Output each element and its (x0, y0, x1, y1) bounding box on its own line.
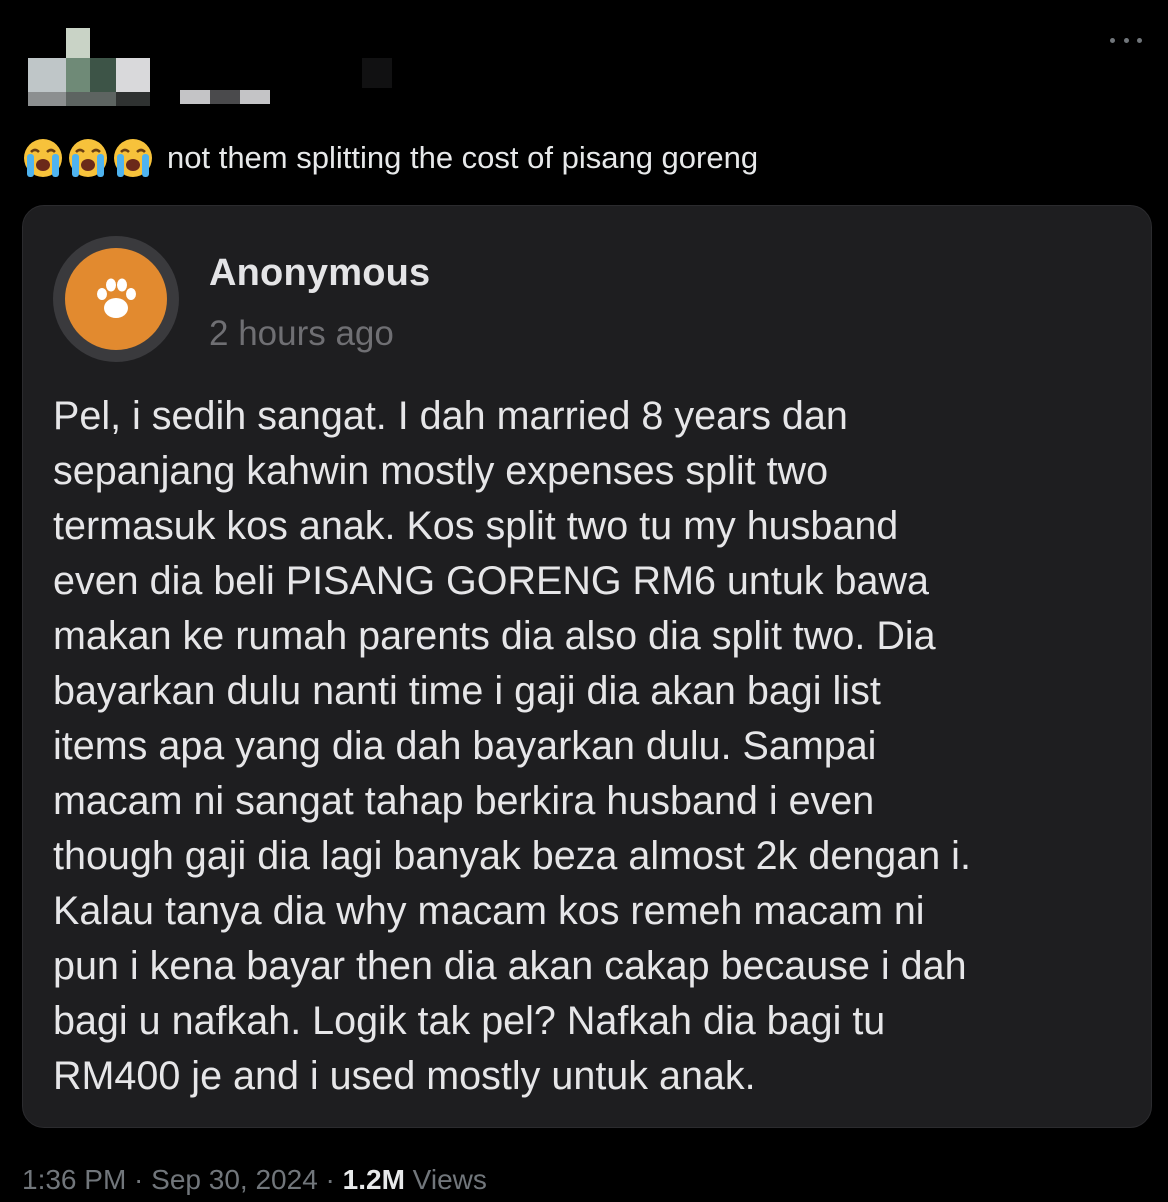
post-body-line: sepanjang kahwin mostly expenses split t… (53, 449, 829, 493)
tweet-time[interactable]: 1:36 PM (22, 1164, 126, 1195)
tweet-date[interactable]: Sep 30, 2024 (151, 1164, 318, 1195)
post-body-line: items apa yang dia dah bayarkan dulu. Sa… (53, 724, 877, 768)
post-body-line: bagi u nafkah. Logik tak pel? Nafkah dia… (53, 999, 886, 1043)
loudly-crying-face-icon (24, 139, 62, 177)
post-body-line: RM400 je and i used mostly untuk anak. (53, 1054, 756, 1098)
post-body-line: macam ni sangat tahap berkira husband i … (53, 779, 875, 823)
tweet-text: not them splitting the cost of pisang go… (167, 140, 759, 175)
post-body-line: pun i kena bayar then dia akan cakap bec… (53, 944, 967, 988)
redacted-pixel (116, 58, 150, 92)
post-body-line: makan ke rumah parents dia also dia spli… (53, 614, 936, 658)
tweet-meta: 1:36 PM · Sep 30, 2024 · 1.2M Views (22, 1164, 487, 1196)
loudly-crying-face-icon (69, 139, 107, 177)
meta-separator: · (317, 1164, 343, 1195)
avatar (53, 236, 179, 362)
redacted-pixel (66, 58, 90, 92)
redacted-pixel (180, 90, 210, 104)
tweet-text-row: not them splitting the cost of pisang go… (22, 136, 758, 180)
loudly-crying-face-icon (114, 139, 152, 177)
meta-separator: · (126, 1164, 152, 1195)
post-body-line: termasuk kos anak. Kos split two tu my h… (53, 504, 899, 548)
post-timestamp: 2 hours ago (209, 314, 394, 353)
post-body-line: even dia beli PISANG GORENG RM6 untuk ba… (53, 559, 929, 603)
author-name: Anonymous (209, 252, 431, 294)
avatar-circle (65, 248, 167, 350)
redacted-pixel (362, 58, 392, 88)
views-label: Views (404, 1164, 487, 1195)
post-body-line: Kalau tanya dia why macam kos remeh maca… (53, 889, 925, 933)
paw-icon (97, 278, 136, 318)
views-count[interactable]: 1.2M (343, 1164, 405, 1195)
post-body-line: Pel, i sedih sangat. I dah married 8 yea… (53, 394, 848, 438)
embedded-post-card[interactable]: Anonymous 2 hours ago Pel, i sedih sanga… (22, 205, 1152, 1128)
redacted-pixel (66, 28, 90, 58)
redacted-pixel (28, 92, 66, 106)
redacted-author-header (28, 28, 392, 118)
more-options-icon[interactable] (1110, 30, 1142, 50)
redacted-pixel (210, 90, 240, 104)
post-body: Pel, i sedih sangat. I dah married 8 yea… (53, 389, 1133, 1104)
redacted-pixel (66, 92, 116, 106)
post-body-line: though gaji dia lagi banyak beza almost … (53, 834, 971, 878)
redacted-pixel (240, 90, 270, 104)
post-body-line: bayarkan dulu nanti time i gaji dia akan… (53, 669, 881, 713)
redacted-pixel (116, 92, 150, 106)
redacted-pixel (90, 58, 116, 92)
emoji-group (22, 137, 157, 179)
redacted-pixel (28, 58, 66, 92)
